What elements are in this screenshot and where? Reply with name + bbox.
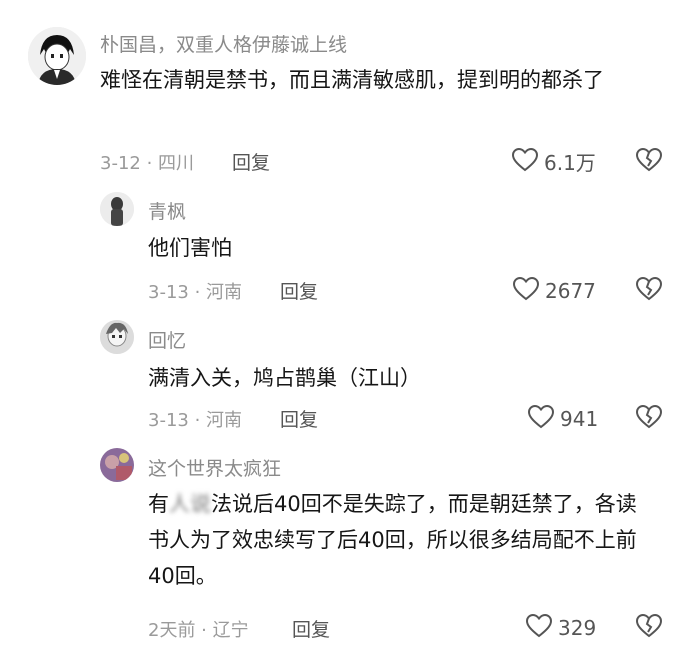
comment-text: 满清入关，鸠占鹊巢（江山） bbox=[148, 366, 421, 390]
dislike-button[interactable] bbox=[635, 147, 663, 176]
comment-text: 有人说法说后40回不是失踪了，而是朝廷禁了，各读书人为了效忠续写了后40回，所以… bbox=[148, 486, 648, 594]
blurred-text: 人说 bbox=[169, 492, 211, 516]
like-button[interactable]: 6.1万 bbox=[511, 147, 596, 176]
heart-outline-icon bbox=[511, 147, 539, 176]
comment-1: 朴国昌，双重人格伊藤诚上线 难怪在清朝是禁书，而且满清敏感肌，提到明的都杀了 3… bbox=[0, 0, 690, 190]
username[interactable]: 朴国昌，双重人格伊藤诚上线 bbox=[100, 30, 347, 57]
heart-outline-icon bbox=[527, 404, 555, 433]
dislike-button[interactable] bbox=[635, 613, 663, 642]
dislike-button[interactable] bbox=[635, 276, 663, 305]
comment-meta: 3-12 · 四川 bbox=[100, 153, 195, 174]
avatar[interactable] bbox=[100, 320, 134, 354]
avatar[interactable] bbox=[100, 448, 134, 482]
dislike-button[interactable] bbox=[635, 404, 663, 433]
like-count: 329 bbox=[558, 616, 597, 640]
username[interactable]: 这个世界太疯狂 bbox=[148, 454, 281, 481]
reply-button[interactable]: 回复 bbox=[232, 148, 270, 175]
comment-meta: 3-13 · 河南 bbox=[148, 410, 243, 431]
like-button[interactable]: 941 bbox=[527, 404, 599, 433]
like-button[interactable]: 329 bbox=[525, 613, 597, 642]
avatar[interactable] bbox=[28, 27, 86, 85]
username[interactable]: 青枫 bbox=[148, 197, 186, 224]
comment-2: 青枫 他们害怕 3-13 · 河南 回复 2677 bbox=[0, 190, 690, 310]
reply-button[interactable]: 回复 bbox=[280, 277, 318, 304]
like-count: 6.1万 bbox=[544, 151, 596, 175]
broken-heart-icon bbox=[635, 276, 663, 305]
heart-outline-icon bbox=[512, 276, 540, 305]
reply-button[interactable]: 回复 bbox=[280, 405, 318, 432]
comment-meta: 3-13 · 河南 bbox=[148, 282, 243, 303]
broken-heart-icon bbox=[635, 404, 663, 433]
comment-meta: 2天前 · 辽宁 bbox=[148, 620, 249, 641]
text-prefix: 有 bbox=[148, 492, 169, 516]
comment-4: 这个世界太疯狂 有人说法说后40回不是失踪了，而是朝廷禁了，各读书人为了效忠续写… bbox=[0, 446, 690, 665]
comment-3: 回忆 满清入关，鸠占鹊巢（江山） 3-13 · 河南 回复 941 bbox=[0, 318, 690, 440]
text-body: 法说后40回不是失踪了，而是朝廷禁了，各读书人为了效忠续写了后40回，所以很多结… bbox=[148, 492, 637, 588]
heart-outline-icon bbox=[525, 613, 553, 642]
broken-heart-icon bbox=[635, 613, 663, 642]
like-count: 2677 bbox=[545, 279, 596, 303]
avatar[interactable] bbox=[100, 192, 134, 226]
broken-heart-icon bbox=[635, 147, 663, 176]
like-button[interactable]: 2677 bbox=[512, 276, 596, 305]
username[interactable]: 回忆 bbox=[148, 326, 186, 353]
comment-text: 难怪在清朝是禁书，而且满清敏感肌，提到明的都杀了 bbox=[100, 68, 604, 92]
like-count: 941 bbox=[560, 407, 599, 431]
reply-button[interactable]: 回复 bbox=[292, 615, 330, 642]
comment-text: 他们害怕 bbox=[148, 236, 232, 260]
